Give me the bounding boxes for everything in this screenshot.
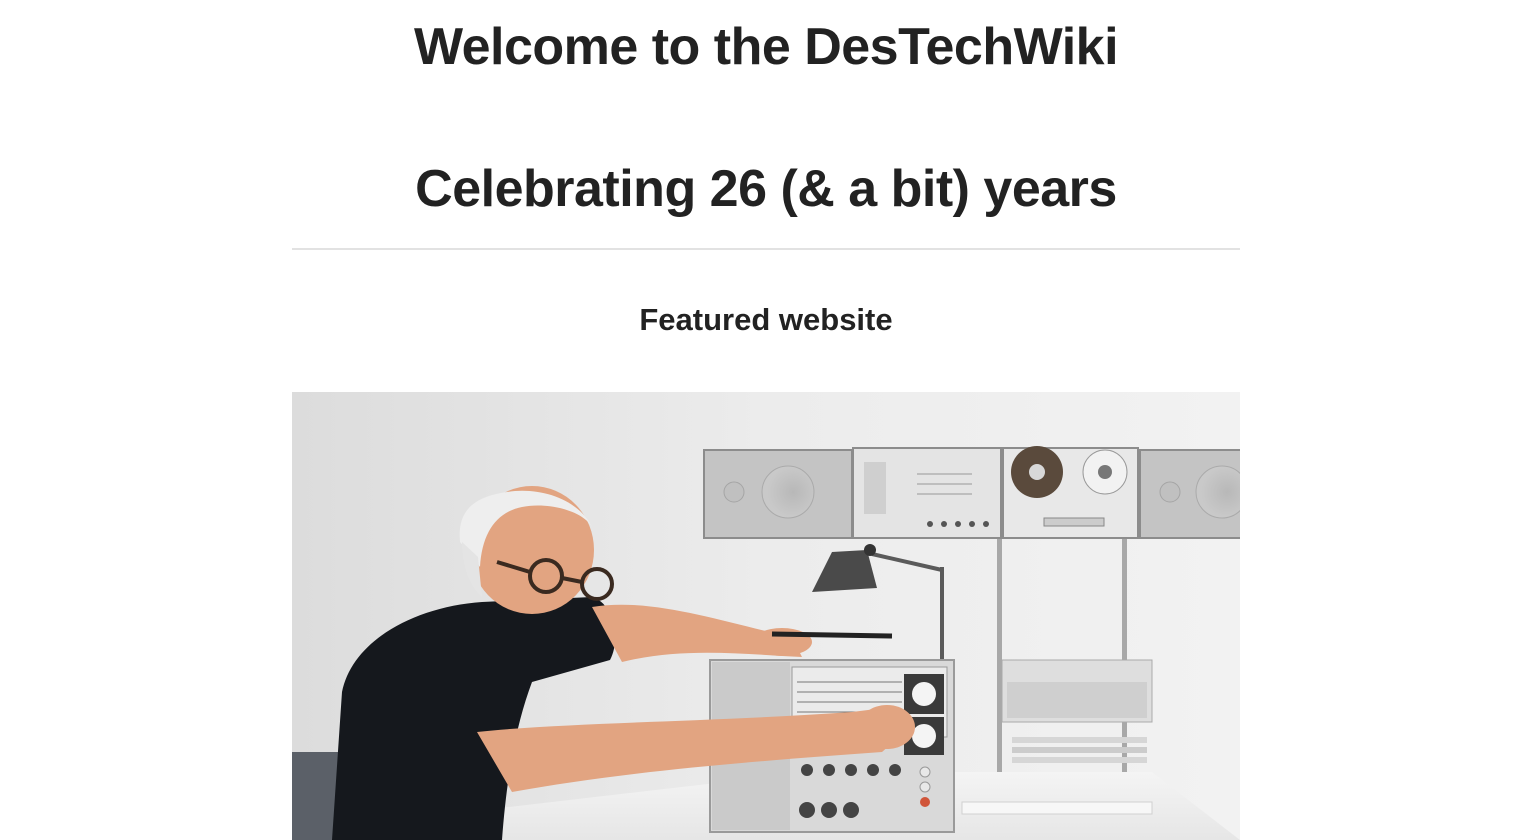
featured-website-heading: Featured website: [639, 302, 893, 337]
page-title: Welcome to the DesTechWiki: [413, 18, 1119, 76]
featured-photo-illustration: [292, 392, 1240, 840]
page-subtitle: Celebrating 26 (& a bit) years: [415, 160, 1117, 218]
featured-website-image[interactable]: [292, 392, 1240, 840]
divider: [292, 248, 1240, 250]
